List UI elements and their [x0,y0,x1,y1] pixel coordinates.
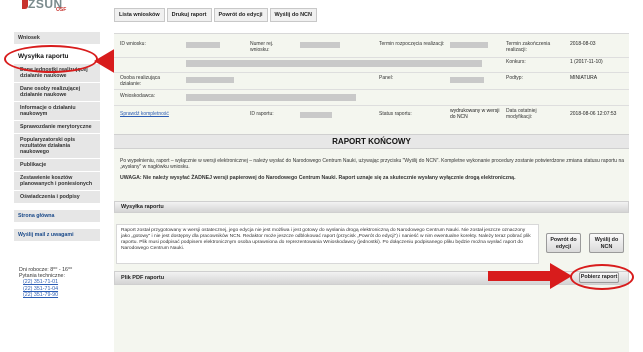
logo-suffix: OSF [56,7,67,13]
sidebar-item-sprawozdanie[interactable]: Sprawozdanie merytoryczne [14,121,100,134]
title-redacted [186,60,482,67]
highlight-ellipse-download [570,264,634,290]
osoba-realizujaca-label: Osoba realizująca działanie: [120,75,161,87]
powrot-do-edycji-button[interactable]: Powrót do edycji [546,233,581,253]
panel-label: Panel: [379,75,394,81]
wyslij-do-ncn-button[interactable]: Wyślij do NCN [589,233,624,253]
top-tabs: Lista wniosków Drukuj raport Powrót do e… [114,8,318,22]
status-raportu-value: wydrukowany w wersji do NCN [450,108,500,120]
konkurs-label: Konkurs: [506,59,526,65]
status-raportu-label: Status raportu: [379,111,412,117]
termin-rozpoczecia-label: Termin rozpoczęcia realizacji: [379,41,445,47]
nr-rej-label: Numer rej. wniosku: [250,41,274,53]
sidebar-item-oswiadczenia[interactable]: Oświadczenia i podpisy [14,191,100,204]
wysylka-raportu-text: Raport został przygotowany w wersji osta… [116,224,539,264]
id-wniosku-redacted [186,42,220,48]
sidebar-item-zestawienie-kosztow[interactable]: Zestawienie kosztów planowanych i ponies… [14,172,100,191]
tab-wyslij-do-ncn[interactable]: Wyślij do NCN [269,8,318,22]
data-modyfikacji-value: 2018-08-06 12:07:53 [570,111,617,117]
osoba-realizujaca-redacted [186,77,234,83]
wnioskodawca-label: Wnioskodawca: [120,93,156,99]
sidebar-item-dane-osoby[interactable]: Dane osoby realizującej działanie naukow… [14,83,100,102]
sidebar-item-publikacje[interactable]: Publikacje [14,159,100,172]
podtyp-label: Podtyp: [506,75,523,81]
termin-zakonczenia-value: 2018-08-03 [570,41,596,47]
data-modyfikacji-label: Data ostatniej modyfikacji: [506,108,537,120]
report-intro-text: Po wypełnieniu, raport – wyłącznie w wer… [120,158,625,171]
id-wniosku-label: ID wniosku: [120,41,146,47]
report-title: RAPORT KOŃCOWY [114,134,629,149]
id-raportu-redacted [300,112,332,118]
sidebar-item-wyslij-mail[interactable]: Wyślij mail z uwagami [14,229,100,242]
zsun-logo: ZSUN OSF [22,0,82,16]
tab-powrot-do-edycji[interactable]: Powrót do edycji [213,8,268,22]
id-raportu-label: ID raportu: [250,111,274,117]
tab-drukuj-raport[interactable]: Drukuj raport [166,8,212,22]
konkurs-value: 1 (2017-11-10) [570,59,603,65]
wnioskodawca-redacted [186,94,356,101]
sidebar-item-informacje[interactable]: Informacje o działaniu naukowym [14,102,100,121]
phone-link-3[interactable]: (22) 351-79-90 [19,292,72,298]
tab-lista-wnioskow[interactable]: Lista wniosków [114,8,165,22]
sidebar-item-wniosek[interactable]: Wniosek [14,32,100,45]
panel-redacted [450,77,484,83]
highlight-ellipse-sidebar [4,45,98,73]
report-warning-text: UWAGA: Nie należy wysyłać ŻADNEJ wersji … [120,175,516,181]
main-panel: ID wniosku: Numer rej. wniosku: Termin r… [114,33,629,352]
sprawdz-kompletnosc-link[interactable]: Sprawdź kompletność [120,111,169,118]
wysylka-raportu-section-header: Wysyłka raportu [114,201,629,213]
termin-rozpoczecia-redacted [450,42,488,48]
sidebar-item-popularyzatorski-opis[interactable]: Popularyzatorski opis rezultatów działan… [14,134,100,159]
contact-info: Dni robocze: 8⁰⁰ - 16⁰⁰ Pytania technicz… [19,267,72,298]
sidebar-item-strona-glowna[interactable]: Strona główna [14,210,100,223]
termin-zakonczenia-label: Termin zakończenia realizacji: [506,41,551,53]
podtyp-value: MINIATURA [570,75,598,81]
nr-rej-redacted [300,42,340,48]
arrow-right-icon [488,263,572,289]
